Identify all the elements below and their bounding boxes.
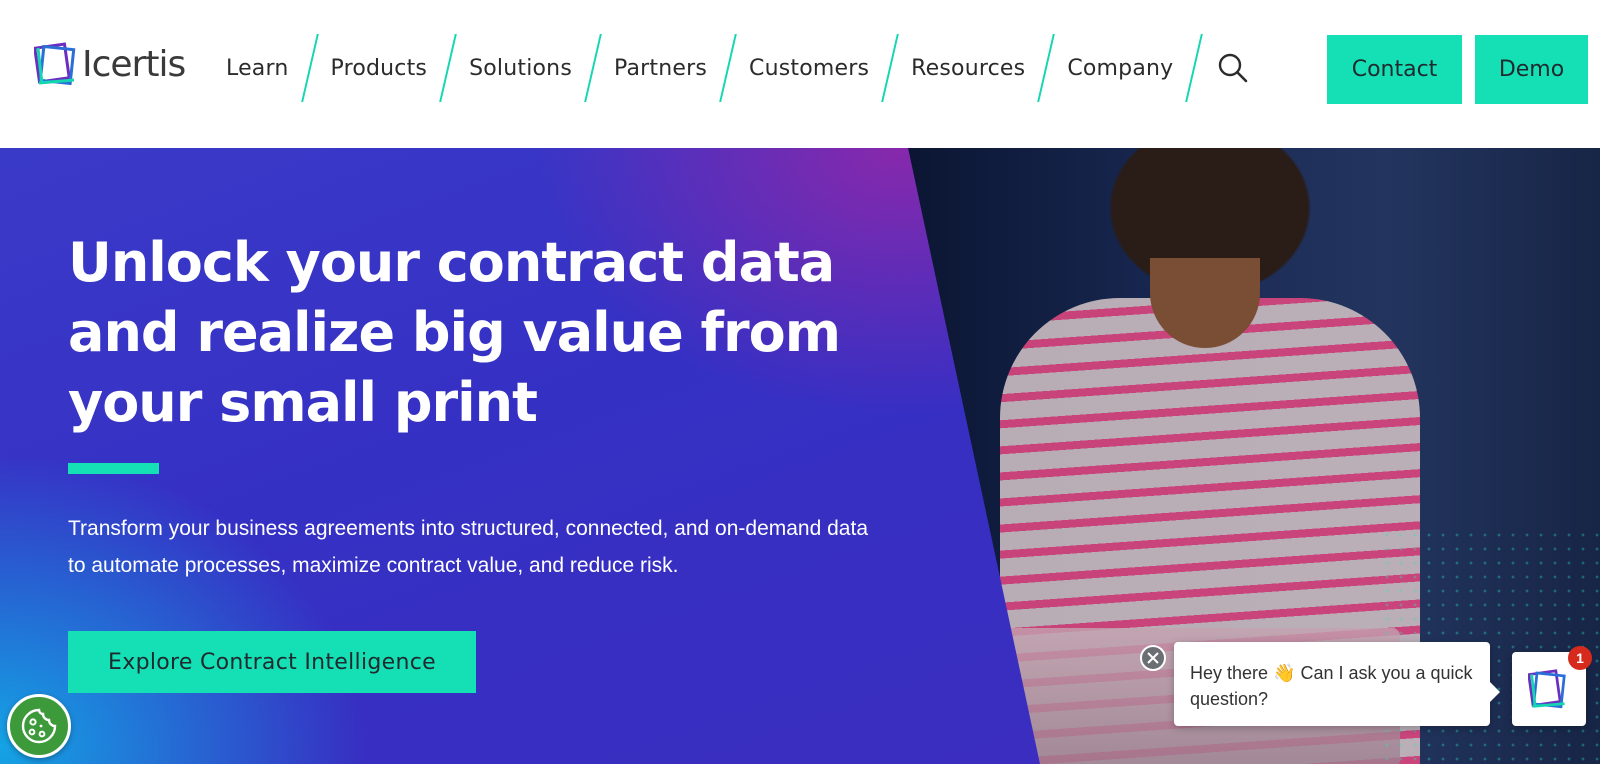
nav-separator bbox=[303, 34, 317, 102]
close-icon bbox=[1147, 652, 1159, 664]
nav-item-partners[interactable]: Partners bbox=[600, 34, 721, 102]
cookie-settings-button[interactable] bbox=[7, 694, 71, 758]
nav-separator bbox=[721, 34, 735, 102]
cookie-icon bbox=[21, 708, 57, 744]
chat-message-bubble[interactable]: Hey there 👋 Can I ask you a quick questi… bbox=[1174, 642, 1500, 726]
nav-separator bbox=[883, 34, 897, 102]
brand-name: Icertis bbox=[82, 43, 186, 85]
explore-contract-intelligence-button[interactable]: Explore Contract Intelligence bbox=[68, 631, 476, 693]
main-nav: Learn Products Solutions Partners Custom… bbox=[210, 34, 1255, 102]
brand-logo[interactable]: Icertis bbox=[33, 38, 186, 90]
site-header: Icertis Learn Products Solutions Partner… bbox=[0, 0, 1600, 148]
hero-title: Unlock your contract data and realize bi… bbox=[68, 231, 841, 434]
nav-item-learn[interactable]: Learn bbox=[210, 34, 303, 102]
logo-mark-icon bbox=[33, 40, 80, 88]
nav-separator bbox=[1187, 34, 1201, 102]
chat-close-button[interactable] bbox=[1140, 645, 1166, 671]
nav-item-customers[interactable]: Customers bbox=[735, 34, 883, 102]
hero-accent-bar bbox=[68, 463, 159, 474]
nav-item-solutions[interactable]: Solutions bbox=[455, 34, 586, 102]
nav-item-company[interactable]: Company bbox=[1053, 34, 1187, 102]
contact-button[interactable]: Contact bbox=[1327, 35, 1462, 104]
nav-separator bbox=[441, 34, 455, 102]
nav-item-resources[interactable]: Resources bbox=[897, 34, 1039, 102]
chat-notification-badge: 1 bbox=[1568, 646, 1592, 670]
demo-button[interactable]: Demo bbox=[1475, 35, 1588, 104]
hero-subtitle: Transform your business agreements into … bbox=[68, 517, 868, 577]
nav-item-products[interactable]: Products bbox=[317, 34, 442, 102]
search-button[interactable] bbox=[1211, 34, 1255, 102]
nav-separator bbox=[1039, 34, 1053, 102]
search-icon bbox=[1219, 53, 1248, 83]
chat-logo-icon bbox=[1528, 669, 1566, 709]
nav-separator bbox=[586, 34, 600, 102]
